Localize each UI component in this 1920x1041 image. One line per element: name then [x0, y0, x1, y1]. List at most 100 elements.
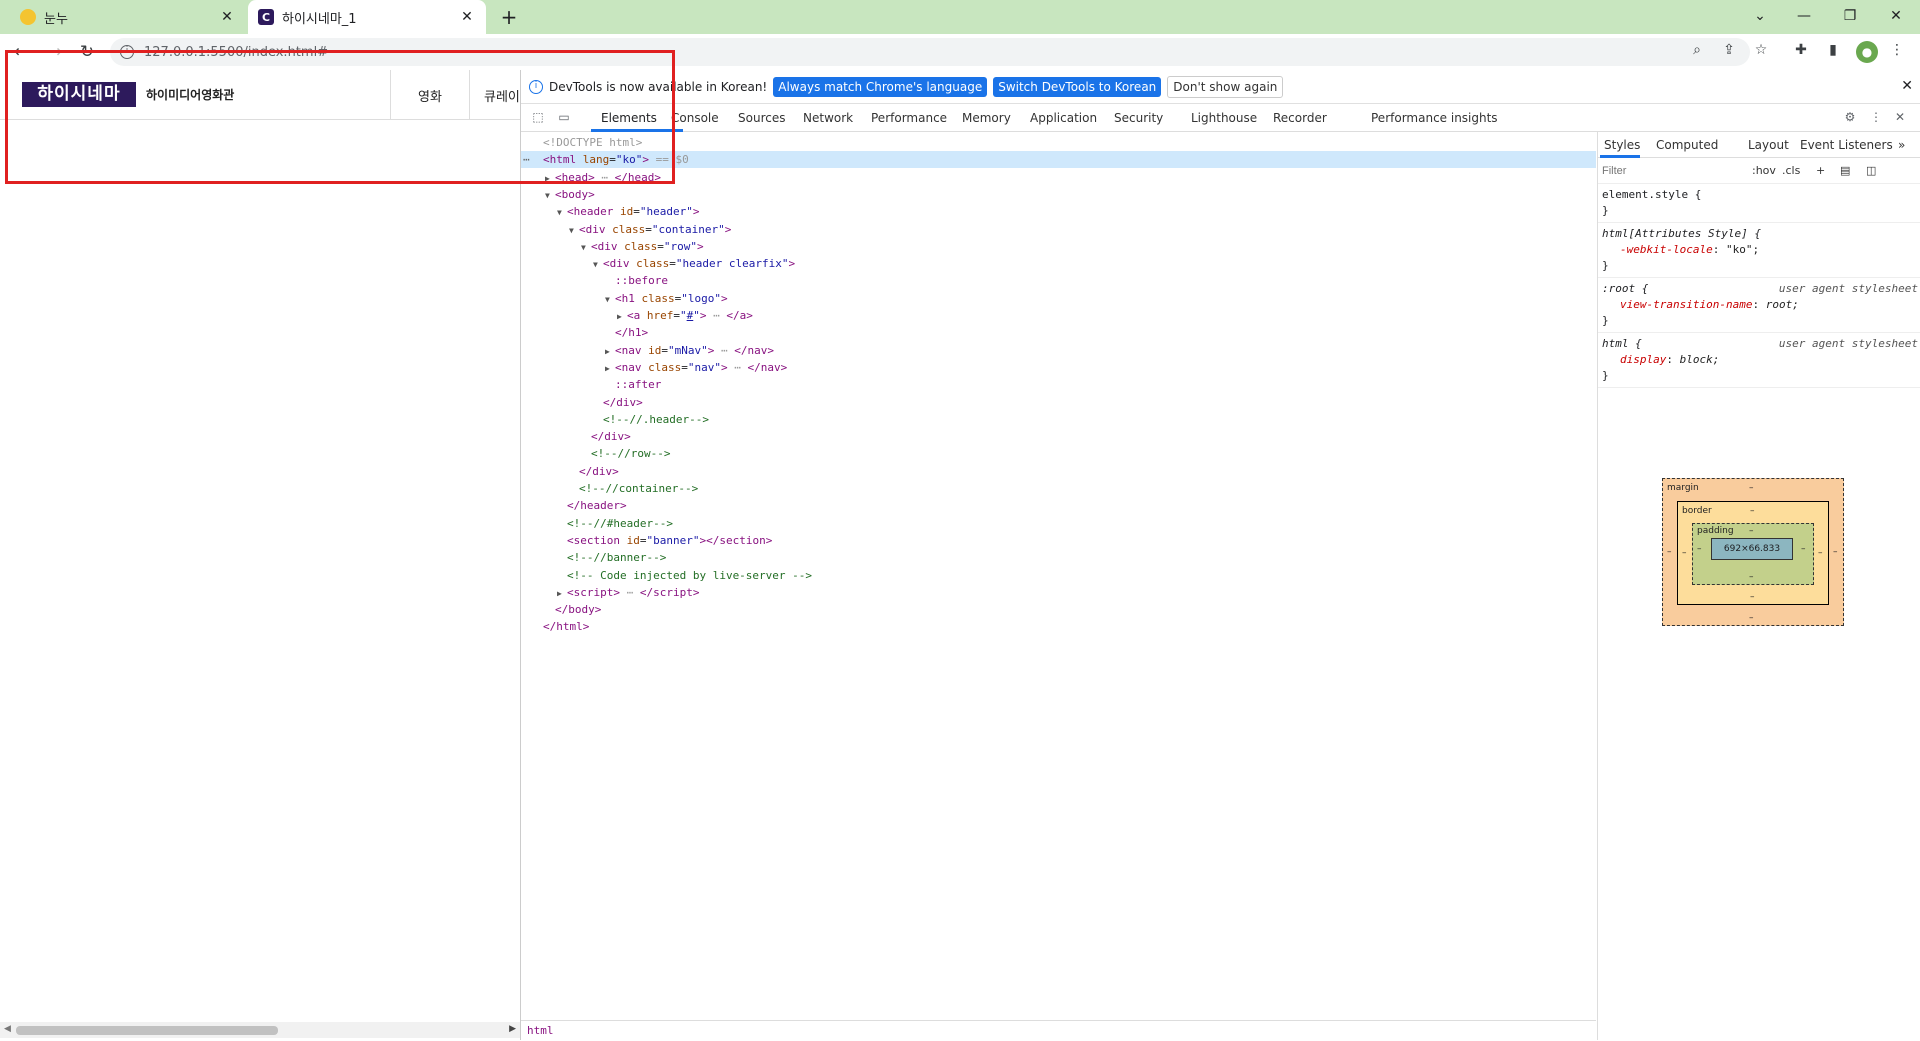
dom-tree-node[interactable]: ::before — [521, 272, 1596, 289]
styles-vertical-scrollbar[interactable] — [1909, 132, 1920, 1040]
padding-right-value[interactable]: – — [1801, 544, 1806, 554]
new-tab-button[interactable]: + — [496, 5, 522, 29]
css-property-name[interactable]: -webkit-locale — [1602, 243, 1713, 256]
dom-tree-node[interactable]: </div> — [521, 463, 1596, 480]
menu-item-movie[interactable]: 영화 — [418, 86, 442, 105]
new-style-rule-icon[interactable]: + — [1816, 164, 1825, 177]
expand-arrow-icon[interactable]: ▶ — [557, 585, 567, 602]
padding-top-value[interactable]: – — [1749, 526, 1754, 536]
browser-tab-hicinema[interactable]: C 하이시네마_1 ✕ — [248, 0, 486, 34]
dont-show-again-button[interactable]: Don't show again — [1167, 75, 1284, 98]
more-tabs-chevron-icon[interactable]: » — [1898, 138, 1905, 152]
node-actions-icon[interactable]: ⋯ — [523, 151, 530, 168]
expand-arrow-icon[interactable]: ▶ — [605, 360, 615, 377]
dom-tree-node[interactable]: ⋯ <html lang="ko"> == $0 — [521, 151, 1596, 169]
css-property-value[interactable]: block; — [1680, 353, 1720, 366]
tab-console[interactable]: Console — [671, 111, 719, 125]
inspect-element-icon[interactable]: ⬚ — [529, 110, 547, 126]
always-match-language-button[interactable]: Always match Chrome's language — [773, 76, 988, 97]
css-property-value[interactable]: root; — [1766, 298, 1799, 311]
dom-tree-node[interactable]: ▶ <a href="#"> ⋯ </a> — [521, 307, 1596, 324]
style-rule-html-attributes[interactable]: html[Attributes Style] { -webkit-locale:… — [1598, 223, 1920, 278]
box-model-border[interactable]: border – – – – padding – – – – 692×66.83… — [1677, 501, 1829, 605]
device-toolbar-icon[interactable]: ▭ — [555, 110, 573, 126]
tab-layout[interactable]: Layout — [1748, 138, 1789, 152]
css-property-name[interactable]: view-transition-name — [1602, 298, 1752, 311]
horizontal-scrollbar[interactable]: ◀ ▶ — [0, 1022, 520, 1038]
class-toggle[interactable]: .cls — [1782, 164, 1800, 177]
styles-filter-input[interactable] — [1602, 162, 1742, 180]
expand-arrow-icon[interactable]: ▶ — [617, 308, 627, 325]
share-icon[interactable]: ⇪ — [1718, 42, 1740, 62]
box-model-content[interactable]: 692×66.833 — [1711, 538, 1793, 560]
margin-left-value[interactable]: – — [1667, 547, 1672, 557]
box-model-padding[interactable]: padding – – – – 692×66.833 — [1692, 523, 1814, 585]
dom-tree-node[interactable]: ▼ <body> — [521, 186, 1596, 203]
style-rule-html[interactable]: html { user agent stylesheet display: bl… — [1598, 333, 1920, 388]
tab-search-chevron-icon[interactable]: ⌄ — [1740, 4, 1780, 28]
expand-arrow-icon[interactable]: ▶ — [545, 170, 555, 187]
style-rule-element[interactable]: element.style { } — [1598, 184, 1920, 223]
margin-right-value[interactable]: – — [1833, 547, 1838, 557]
close-tab-icon[interactable]: ✕ — [218, 9, 236, 25]
tab-computed[interactable]: Computed — [1656, 138, 1718, 152]
dom-tree-node[interactable]: ▶ <head> ⋯ </head> — [521, 169, 1596, 186]
tab-elements[interactable]: Elements — [601, 111, 657, 125]
elements-dom-tree[interactable]: <!DOCTYPE html> ⋯ <html lang="ko"> == $0 ▶ <… — [521, 132, 1596, 1020]
dom-tree-node[interactable]: <section id="banner"></section> — [521, 532, 1596, 549]
dom-tree-node[interactable]: ▶ <script> ⋯ </script> — [521, 584, 1596, 601]
expand-arrow-icon[interactable]: ▶ — [605, 343, 615, 360]
switch-to-korean-button[interactable]: Switch DevTools to Korean — [993, 76, 1162, 97]
dom-tree-node[interactable]: </header> — [521, 497, 1596, 514]
dom-tree-node[interactable]: </div> — [521, 428, 1596, 445]
zoom-icon[interactable]: ⌕ — [1686, 42, 1708, 62]
more-options-icon[interactable]: ⋮ — [1867, 110, 1885, 126]
dom-tree-node[interactable]: </body> — [521, 601, 1596, 618]
collapse-arrow-icon[interactable]: ▼ — [605, 291, 615, 308]
collapse-arrow-icon[interactable]: ▼ — [545, 187, 555, 204]
site-logo[interactable]: 하이시네마 — [22, 82, 136, 107]
settings-gear-icon[interactable]: ⚙ — [1841, 110, 1859, 126]
box-model-margin[interactable]: margin – – – – border – – – – padding – … — [1662, 478, 1844, 626]
border-top-value[interactable]: – — [1750, 506, 1755, 516]
dom-tree-node[interactable]: <!--//row--> — [521, 445, 1596, 462]
restore-button[interactable]: ❐ — [1830, 4, 1870, 28]
close-devtools-icon[interactable]: ✕ — [1891, 110, 1909, 126]
border-bottom-value[interactable]: – — [1750, 592, 1755, 602]
scrollbar-thumb[interactable] — [16, 1026, 278, 1035]
site-info-icon[interactable]: i — [120, 45, 134, 59]
dom-tree-node[interactable]: ▶ <nav id="mNav"> ⋯ </nav> — [521, 342, 1596, 359]
hover-state-toggle[interactable]: :hov — [1752, 164, 1776, 177]
dom-tree-node[interactable]: ▼ <header id="header"> — [521, 203, 1596, 220]
tab-performance-insights[interactable]: Performance insights — [1371, 111, 1498, 125]
dom-tree-node[interactable]: <!--//container--> — [521, 480, 1596, 497]
tab-event-listeners[interactable]: Event Listeners — [1800, 138, 1893, 152]
tab-sources[interactable]: Sources — [738, 111, 785, 125]
margin-bottom-value[interactable]: – — [1749, 613, 1754, 623]
address-bar[interactable]: i 127.0.0.1:5500/index.html# — [110, 38, 1750, 66]
dom-tree-node[interactable]: <!DOCTYPE html> — [521, 134, 1596, 151]
collapse-arrow-icon[interactable]: ▼ — [593, 256, 603, 273]
style-rule-root[interactable]: :root { user agent stylesheet view-trans… — [1598, 278, 1920, 333]
extensions-puzzle-icon[interactable]: ✚ — [1790, 42, 1812, 62]
dom-tree-node[interactable]: ▼ <h1 class="logo"> — [521, 290, 1596, 307]
tab-lighthouse[interactable]: Lighthouse — [1191, 111, 1257, 125]
toggle-sidebar-icon[interactable]: ◫ — [1866, 164, 1876, 177]
margin-top-value[interactable]: – — [1749, 483, 1754, 493]
tab-application[interactable]: Application — [1030, 111, 1097, 125]
collapse-arrow-icon[interactable]: ▼ — [569, 222, 579, 239]
close-tab-icon[interactable]: ✕ — [458, 9, 476, 25]
scroll-left-icon[interactable]: ◀ — [4, 1024, 11, 1034]
tab-security[interactable]: Security — [1114, 111, 1163, 125]
dom-tree-node[interactable]: <!--//.header--> — [521, 411, 1596, 428]
dom-tree-node[interactable]: </div> — [521, 394, 1596, 411]
back-button[interactable]: ← — [8, 40, 34, 64]
collapse-arrow-icon[interactable]: ▼ — [581, 239, 591, 256]
collapse-arrow-icon[interactable]: ▼ — [557, 204, 567, 221]
reload-button[interactable]: ↻ — [74, 40, 100, 64]
minimize-button[interactable]: — — [1784, 4, 1824, 28]
tab-performance[interactable]: Performance — [871, 111, 947, 125]
border-right-value[interactable]: – — [1818, 548, 1823, 558]
padding-bottom-value[interactable]: – — [1749, 572, 1754, 582]
browser-tab-noonnu[interactable]: 눈누 ✕ — [10, 0, 246, 34]
